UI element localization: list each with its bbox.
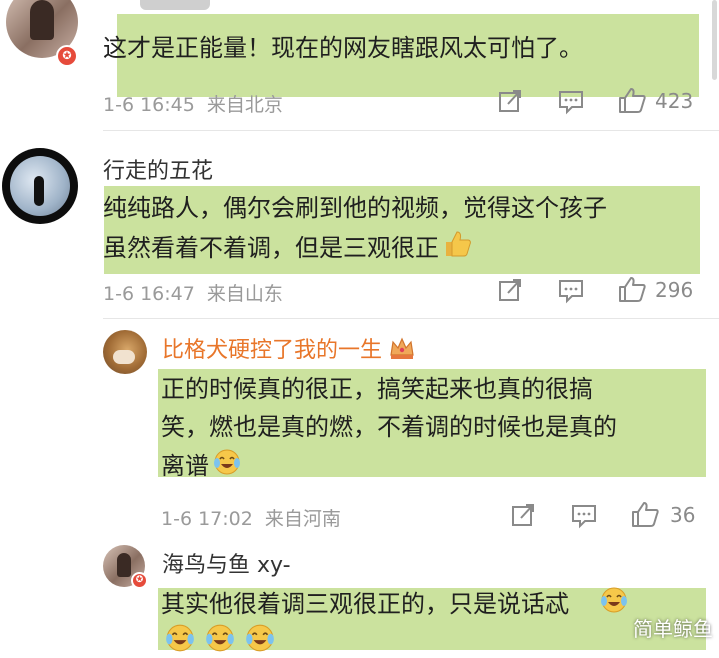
like-count: 423 — [655, 89, 694, 113]
comment-text-line-1: 正的时候真的很正，搞笑起来也真的很搞 — [161, 375, 593, 403]
like-icon[interactable] — [617, 86, 647, 114]
thumbs-up-emoji — [442, 229, 472, 269]
divider — [103, 318, 719, 319]
username[interactable]: 比格犬硬控了我的一生 — [162, 332, 416, 367]
comment-location: 来自河南 — [264, 508, 341, 530]
verified-badge: ✪ — [131, 572, 148, 589]
crown-emoji — [388, 335, 416, 367]
username-text: 比格犬硬控了我的一生 — [162, 338, 383, 363]
comment-icon[interactable] — [557, 278, 585, 304]
emoji-row — [161, 622, 276, 658]
comment-location: 来自山东 — [206, 283, 283, 305]
comment-icon[interactable] — [557, 89, 585, 115]
comment-meta: 1-6 17:02 来自河南 — [161, 504, 341, 531]
like-icon[interactable] — [617, 275, 647, 303]
share-icon[interactable] — [510, 502, 536, 528]
comment-text-line-3-content: 离谱 — [161, 452, 209, 480]
comment-time: 1-6 17:02 — [161, 508, 253, 530]
avatar[interactable] — [2, 148, 78, 224]
verified-badge: ✪ — [56, 45, 78, 67]
scrollbar[interactable] — [712, 0, 717, 80]
laughing-crying-emoji — [244, 622, 276, 658]
comment-text-line-2-content: 虽然看着不着调，但是三观很正 — [103, 234, 439, 262]
comment-text-line-1-content: 其实他很着调三观很正的，只是说话忒 — [161, 590, 569, 618]
comment-meta: 1-6 16:47 来自山东 — [103, 279, 283, 306]
cropped-header — [140, 0, 210, 10]
share-icon[interactable] — [497, 88, 523, 114]
comment-meta: 1-6 16:45 来自北京 — [103, 90, 283, 117]
avatar[interactable] — [103, 330, 147, 374]
divider — [103, 130, 719, 131]
laughing-crying-emoji — [212, 447, 242, 487]
like-icon[interactable] — [630, 500, 660, 528]
comment-text: 这才是正能量！现在的网友瞎跟风太可怕了。 — [103, 34, 583, 62]
comment-text-line-1: 纯纯路人，偶尔会刷到他的视频，觉得这个孩子 — [103, 194, 607, 222]
comment-text-line-2: 笑，燃也是真的燃，不着调的时候也是真的 — [161, 413, 617, 441]
laughing-crying-emoji — [204, 622, 236, 658]
comment-time: 1-6 16:47 — [103, 283, 195, 305]
laughing-crying-emoji — [164, 622, 196, 658]
laughing-crying-emoji — [599, 585, 629, 625]
comment-text-line-3: 离谱 — [161, 447, 242, 487]
comment-icon[interactable] — [570, 503, 598, 529]
username[interactable]: 行走的五花 — [103, 153, 213, 185]
watermark: 简单鲸鱼 — [633, 617, 713, 641]
share-icon[interactable] — [497, 277, 523, 303]
comment-location: 来自北京 — [206, 94, 283, 116]
comment-text-line-1: 其实他很着调三观很正的，只是说话忒 — [161, 585, 629, 625]
like-count: 296 — [655, 278, 694, 302]
username[interactable]: 海鸟与鱼 xy- — [162, 547, 291, 579]
like-count: 36 — [670, 503, 696, 527]
comment-text-line-2: 虽然看着不着调，但是三观很正 — [103, 229, 472, 269]
comment-time: 1-6 16:45 — [103, 94, 195, 116]
